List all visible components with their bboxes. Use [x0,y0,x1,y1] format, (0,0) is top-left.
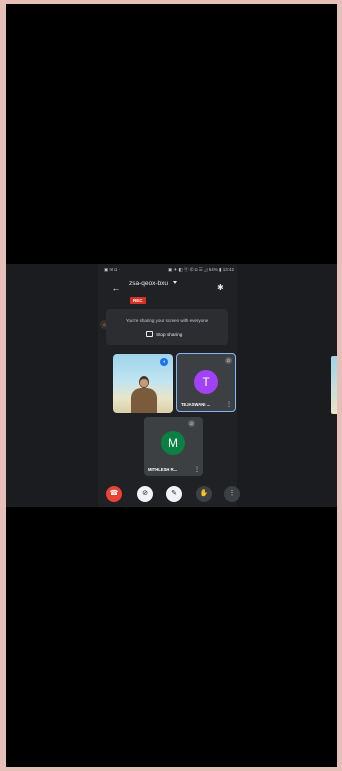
screen-share-banner: You're sharing your screen with everyone… [106,309,228,345]
participant-tile-tejaswani[interactable]: ∅ T TEJASWANI ... ⋮ [176,353,236,412]
raise-hand-button[interactable]: ✋ [196,486,212,502]
recording-badge: REC [130,297,146,304]
status-right: ▣ ✈ ◧ ⓝ ✆ ◘ ☰ ◿ 64% ▮ 13:42 [167,267,234,272]
meet-app: ▣ ✉ ◘ · ▣ ✈ ◧ ⓝ ✆ ◘ ☰ ◿ 64% ▮ 13:42 ← zs… [98,264,240,507]
present-icon [146,331,153,337]
speaking-icon: ◖ [160,358,168,366]
stop-sharing-label: Stop sharing [156,331,183,337]
stop-sharing-button[interactable]: Stop sharing [146,330,182,338]
meeting-code[interactable]: zsa-qeox-bxu [129,280,168,287]
avatar: M [161,431,185,455]
participant-tile-video[interactable]: ◖ [113,354,173,413]
mic-off-icon: ∅ [188,420,195,427]
chevron-down-icon[interactable] [173,281,177,284]
more-vert-icon[interactable]: ⋮ [194,467,200,473]
more-vert-icon[interactable]: ⋮ [226,402,232,408]
participant-tile-mithlesh[interactable]: ∅ M MITHLESH R... ⋮ [144,417,203,476]
camera-off-button[interactable]: ⊘ [137,486,153,502]
mic-off-button[interactable]: ✎ [166,486,182,502]
side-video-thumbnail [331,356,337,414]
end-call-button[interactable]: ☎ [106,486,122,502]
back-arrow-icon[interactable]: ← [111,283,121,293]
screen-frame: ▣ ✉ ◘ · ▣ ✈ ◧ ⓝ ✆ ◘ ☰ ◿ 64% ▮ 13:42 ← zs… [6,4,337,767]
participant-name: TEJASWANI ... [181,402,211,407]
call-controls: ☎ ⊘ ✎ ✋ ⋮ [98,484,240,504]
bluetooth-icon[interactable]: ✱ [217,283,224,292]
status-bar: ▣ ✉ ◘ · ▣ ✈ ◧ ⓝ ✆ ◘ ☰ ◿ 64% ▮ 13:42 [104,266,234,274]
status-left: ▣ ✉ ◘ · [104,267,120,272]
participant-video [131,376,157,413]
participant-name: MITHLESH R... [148,467,178,472]
share-message: You're sharing your screen with everyone [125,318,209,323]
mic-off-icon: ∅ [225,357,232,364]
more-options-button[interactable]: ⋮ [224,486,240,502]
avatar: T [194,370,218,394]
